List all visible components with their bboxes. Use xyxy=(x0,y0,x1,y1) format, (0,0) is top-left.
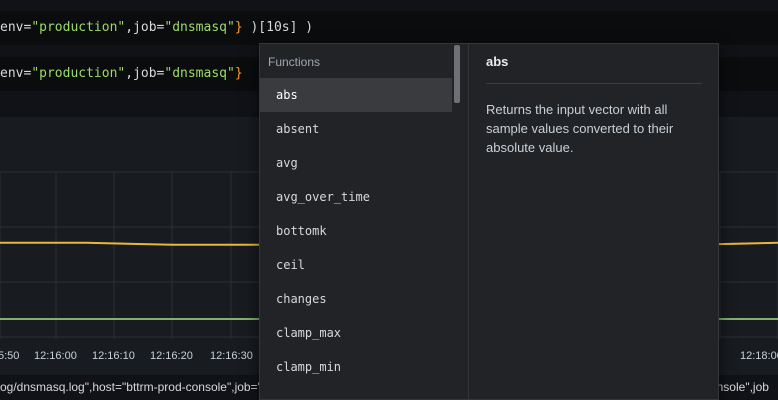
query1-token: "dnsmasq" xyxy=(164,20,235,35)
function-item-avg[interactable]: avg xyxy=(260,146,452,180)
autocomplete-popup: Functions abs absent avg avg_over_time botto… xyxy=(259,43,719,400)
function-item-clamp-max[interactable]: clamp_max xyxy=(260,316,452,350)
function-item-clamp-min[interactable]: clamp_min xyxy=(260,350,452,384)
query2-token: "production" xyxy=(31,66,126,81)
query1-token: )[10s] ) xyxy=(242,20,314,35)
function-item-abs[interactable]: abs xyxy=(260,78,452,112)
query-editor-line-1[interactable]: env="production",job="dnsmasq"} )[10s] ) xyxy=(0,11,778,45)
x-tick-label: 5:50 xyxy=(0,350,19,362)
query2-token: env= xyxy=(0,66,32,81)
function-item-absent[interactable]: absent xyxy=(260,112,452,146)
function-item-changes[interactable]: changes xyxy=(260,282,452,316)
function-item-ceil[interactable]: ceil xyxy=(260,248,452,282)
query2-token: ,job= xyxy=(125,66,165,81)
function-list: Functions abs absent avg avg_over_time botto… xyxy=(260,44,468,400)
x-tick-label: 12:16:10 xyxy=(92,350,135,362)
query2-token: } xyxy=(234,66,243,81)
query1-token: ,job= xyxy=(125,20,165,35)
list-scrollbar[interactable] xyxy=(454,45,460,103)
doc-divider xyxy=(486,83,702,84)
x-tick-label: 12:18:00 xyxy=(740,350,778,362)
x-tick-label: 12:16:30 xyxy=(210,350,253,362)
query1-token: env= xyxy=(0,20,32,35)
x-tick-label: 12:16:20 xyxy=(150,350,193,362)
query1-token: } xyxy=(234,20,243,35)
function-item-bottomk[interactable]: bottomk xyxy=(260,214,452,248)
function-doc-body: Returns the input vector with all sample… xyxy=(486,102,674,155)
function-list-header: Functions xyxy=(268,55,321,69)
query1-token: "production" xyxy=(31,20,126,35)
query2-token: "dnsmasq" xyxy=(164,66,235,81)
popup-divider xyxy=(468,44,469,400)
function-doc-panel: abs Returns the input vector with all sa… xyxy=(470,44,720,400)
function-item-avg-over-time[interactable]: avg_over_time xyxy=(260,180,452,214)
function-doc-title: abs xyxy=(486,54,509,69)
x-tick-label: 12:16:00 xyxy=(34,350,77,362)
